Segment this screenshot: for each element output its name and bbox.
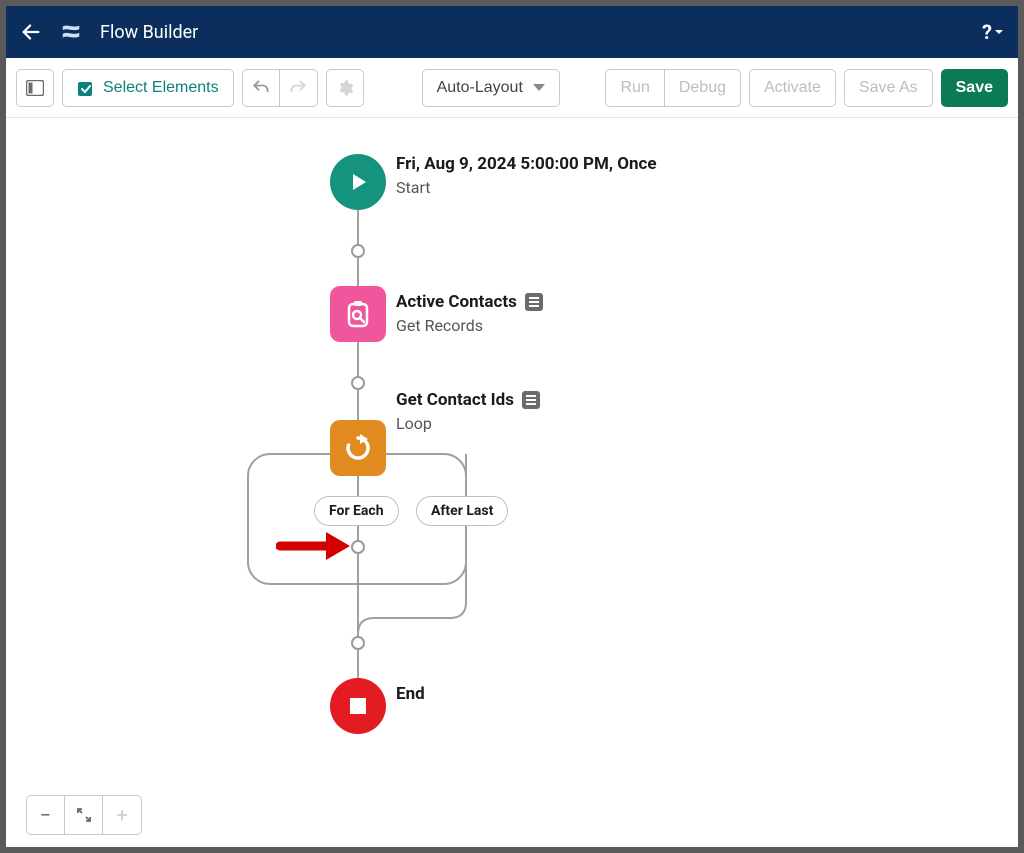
zoom-out-button[interactable]: − <box>27 796 65 834</box>
loop-node[interactable] <box>330 420 386 476</box>
chevron-down-icon <box>994 27 1004 37</box>
flow-canvas[interactable]: Fri, Aug 9, 2024 5:00:00 PM, Once Start … <box>6 118 1018 847</box>
debug-button[interactable]: Debug <box>665 69 741 107</box>
select-elements-button[interactable]: Select Elements <box>62 69 234 107</box>
history-group <box>242 69 318 107</box>
save-as-button[interactable]: Save As <box>844 69 933 107</box>
toolbar: Select Elements Auto-Layout Run Debug Ac… <box>6 58 1018 118</box>
for-each-branch[interactable]: For Each <box>314 496 399 526</box>
add-node-dot[interactable] <box>351 244 365 258</box>
clipboard-search-icon <box>343 299 373 329</box>
activate-button[interactable]: Activate <box>749 69 836 107</box>
stop-icon <box>347 695 369 717</box>
start-node-label: Fri, Aug 9, 2024 5:00:00 PM, Once Start <box>396 154 657 197</box>
save-button[interactable]: Save <box>941 69 1008 107</box>
settings-button[interactable] <box>326 69 364 107</box>
zoom-in-button[interactable]: + <box>103 796 141 834</box>
header-bar: Flow Builder ? <box>6 6 1018 58</box>
annotation-arrow <box>276 528 352 568</box>
add-node-dot[interactable] <box>351 636 365 650</box>
end-label: End <box>396 684 425 704</box>
app-title: Flow Builder <box>100 22 198 43</box>
run-group: Run Debug <box>605 69 741 107</box>
after-last-branch[interactable]: After Last <box>416 496 508 526</box>
loop-subtitle: Loop <box>396 414 540 433</box>
select-icon <box>77 79 95 97</box>
back-icon[interactable] <box>20 21 42 43</box>
chevron-down-icon <box>533 84 545 91</box>
zoom-fit-button[interactable] <box>65 796 103 834</box>
redo-button[interactable] <box>280 69 318 107</box>
app-frame: Flow Builder ? Select Elements Auto <box>6 6 1018 847</box>
get-records-label: Active Contacts Get Records <box>396 292 543 335</box>
play-icon <box>346 170 370 194</box>
help-icon: ? <box>982 20 992 44</box>
flow-builder-icon <box>60 21 82 43</box>
help-menu[interactable]: ? <box>982 20 1004 44</box>
undo-icon <box>251 78 271 98</box>
end-node[interactable] <box>330 678 386 734</box>
redo-icon <box>288 78 308 98</box>
records-subtitle: Get Records <box>396 316 543 335</box>
loop-title: Get Contact Ids <box>396 390 514 410</box>
loop-icon <box>342 432 374 464</box>
zoom-control: − + <box>26 795 142 835</box>
get-records-node[interactable] <box>330 286 386 342</box>
start-subtitle: Start <box>396 178 657 197</box>
records-title: Active Contacts <box>396 292 517 312</box>
add-node-dot[interactable] <box>351 376 365 390</box>
fit-icon <box>76 807 92 823</box>
start-title: Fri, Aug 9, 2024 5:00:00 PM, Once <box>396 154 657 174</box>
start-node[interactable] <box>330 154 386 210</box>
list-icon <box>525 293 543 311</box>
undo-button[interactable] <box>242 69 280 107</box>
connectors <box>6 118 1018 847</box>
toggle-panel-button[interactable] <box>16 69 54 107</box>
layout-mode-label: Auto-Layout <box>437 79 523 97</box>
gear-icon <box>336 79 354 97</box>
run-button[interactable]: Run <box>605 69 664 107</box>
panel-icon <box>26 80 44 96</box>
list-icon <box>522 391 540 409</box>
add-node-dot[interactable] <box>351 540 365 554</box>
end-title: End <box>396 684 425 704</box>
select-elements-label: Select Elements <box>103 79 219 97</box>
loop-label: Get Contact Ids Loop <box>396 390 540 433</box>
layout-mode-dropdown[interactable]: Auto-Layout <box>422 69 560 107</box>
